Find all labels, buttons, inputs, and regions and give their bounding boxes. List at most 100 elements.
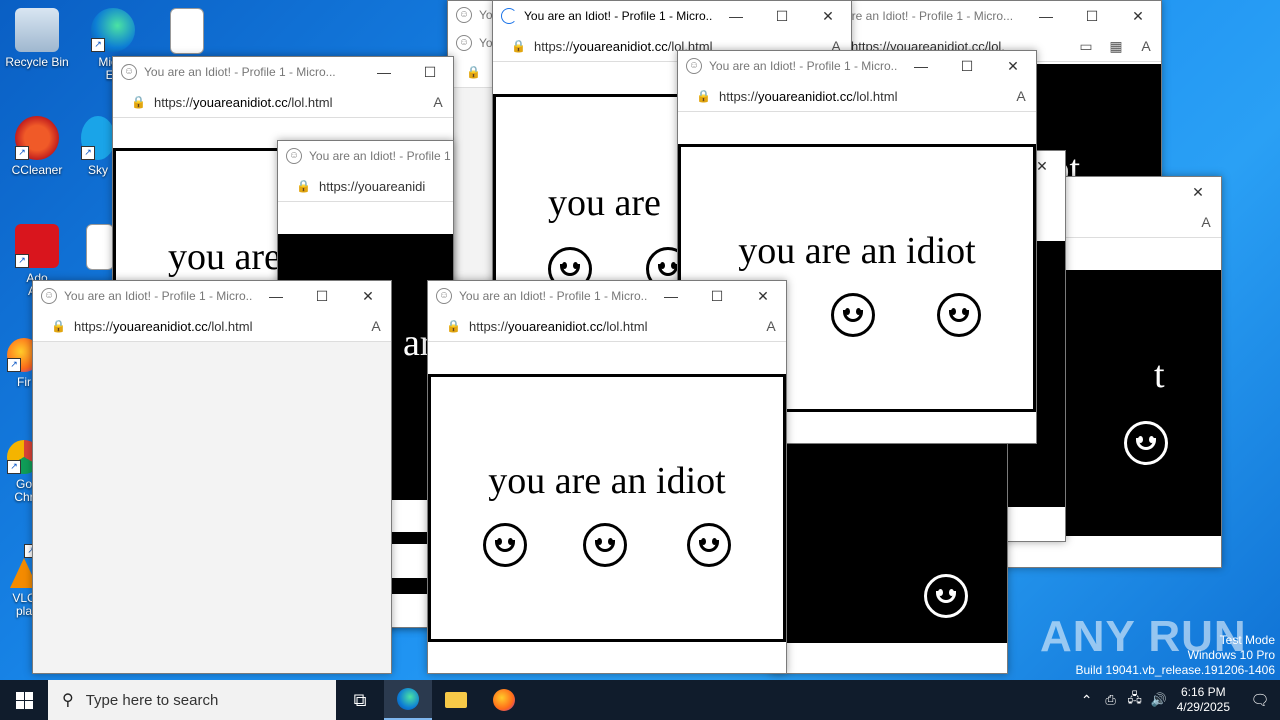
close-button[interactable]: ✕ bbox=[740, 281, 786, 311]
address-bar[interactable]: 🔒 https://youareanidiot.cc/lol.html A bbox=[678, 81, 1036, 112]
page-favicon: ☺ bbox=[686, 58, 702, 74]
loading-spinner-icon bbox=[501, 8, 517, 24]
page-favicon: ☺ bbox=[436, 288, 452, 304]
smiley-icon bbox=[583, 523, 627, 567]
read-aloud-icon[interactable]: A bbox=[423, 94, 453, 110]
url-text: https://youareanidiot.cc/lol.html bbox=[719, 88, 898, 104]
title-bar[interactable]: ☺ You are an Idiot! - Profile 1 - Micro.… bbox=[33, 281, 391, 311]
page-favicon: ☺ bbox=[456, 7, 472, 23]
image-file-icon bbox=[170, 8, 204, 54]
window-title: are an Idiot! - Profile 1 - Micro... bbox=[845, 9, 1014, 23]
title-bar[interactable]: are an Idiot! - Profile 1 - Micro... — ☐… bbox=[837, 1, 1161, 31]
minimize-button[interactable]: — bbox=[1023, 1, 1069, 31]
browser-window-bottom-left[interactable]: ☺ You are an Idiot! - Profile 1 - Micro.… bbox=[32, 280, 392, 674]
close-button[interactable]: ✕ bbox=[345, 281, 391, 311]
smiley-icon bbox=[937, 293, 981, 337]
address-bar[interactable]: 🔒 https://youareanidi bbox=[278, 171, 453, 202]
idiot-text: you are an idiot bbox=[488, 460, 726, 502]
page-content-blank bbox=[33, 342, 391, 673]
title-bar[interactable]: ☺ You are an Idiot! - Profile 1 - Micro.… bbox=[678, 51, 1036, 81]
title-bar[interactable]: You are an Idiot! - Profile 1 - Micro...… bbox=[493, 1, 851, 31]
recycle-bin-icon bbox=[15, 8, 59, 52]
lock-icon: 🔒 bbox=[696, 89, 711, 103]
idiot-text: you are an idiot bbox=[738, 230, 976, 272]
taskbar-search-box[interactable]: ⚲ Type here to search bbox=[48, 680, 336, 720]
url-text: https://youareanidiot.cc/lol.html bbox=[154, 94, 333, 110]
close-button[interactable]: ✕ bbox=[990, 51, 1036, 81]
taskbar-file-explorer-button[interactable] bbox=[432, 680, 480, 720]
address-bar[interactable]: 🔒 https://youareanidiot.cc/lol.html A bbox=[428, 311, 786, 342]
desktop-icon-recycle-bin[interactable]: Recycle Bin bbox=[0, 8, 74, 69]
usb-icon[interactable]: ⎙ bbox=[1099, 680, 1123, 720]
file-icon bbox=[86, 224, 114, 270]
title-bar[interactable]: ☺ You are an Idiot! - Profile 1 - Micro.… bbox=[113, 57, 453, 87]
search-placeholder: Type here to search bbox=[85, 691, 219, 709]
window-title: You are an Idiot! - Profile 1 - Micro... bbox=[64, 289, 253, 303]
smiley-icon bbox=[1124, 421, 1168, 465]
title-bar[interactable]: ☺ You are an Idiot! - Profile 1 - Micro.… bbox=[428, 281, 786, 311]
task-view-button[interactable]: ⧉ bbox=[336, 680, 384, 720]
close-button[interactable]: ✕ bbox=[1115, 1, 1161, 31]
read-aloud-icon[interactable]: A bbox=[1191, 214, 1221, 230]
notification-icon[interactable]: 🗨 bbox=[1240, 680, 1280, 720]
read-aloud-icon[interactable]: A bbox=[1006, 88, 1036, 104]
maximize-button[interactable]: ☐ bbox=[407, 57, 453, 87]
minimize-button[interactable]: — bbox=[253, 281, 299, 311]
minimize-button[interactable]: — bbox=[361, 57, 407, 87]
collections-icon[interactable]: ▦ bbox=[1101, 38, 1131, 55]
skype-icon: ↗ bbox=[81, 116, 115, 160]
read-aloud-icon[interactable]: A bbox=[361, 318, 391, 334]
url-text: https://youareanidi bbox=[319, 178, 426, 194]
minimize-button[interactable]: — bbox=[898, 51, 944, 81]
acrobat-icon: ↗ bbox=[15, 224, 59, 268]
lock-icon: 🔒 bbox=[446, 319, 461, 333]
test-mode-watermark: Test Mode Windows 10 Pro Build 19041.vb_… bbox=[1075, 633, 1276, 677]
clock[interactable]: 6:16 PM 4/29/2025 bbox=[1177, 685, 1230, 715]
address-bar[interactable]: 🔒 https://youareanidiot.cc/lol.html A bbox=[113, 87, 453, 118]
window-title: You are an Idiot! - Profile 1 - Micro... bbox=[709, 59, 898, 73]
close-button[interactable]: ✕ bbox=[805, 1, 851, 31]
network-icon[interactable]: 🖧 bbox=[1123, 680, 1147, 720]
maximize-button[interactable]: ☐ bbox=[299, 281, 345, 311]
page-favicon: ☺ bbox=[41, 288, 57, 304]
taskbar: ⚲ Type here to search ⧉ ⌃ ⎙ 🖧 🔊 6:16 PM … bbox=[0, 680, 1280, 720]
close-button[interactable]: ✕ bbox=[1175, 177, 1221, 207]
maximize-button[interactable]: ☐ bbox=[1069, 1, 1115, 31]
taskbar-firefox-button[interactable] bbox=[480, 680, 528, 720]
firefox-icon bbox=[493, 689, 515, 711]
idiot-panel bbox=[771, 441, 1007, 643]
immersive-reader-icon[interactable]: ▭ bbox=[1071, 38, 1101, 55]
idiot-panel: you are an idiot bbox=[428, 374, 786, 642]
minimize-button[interactable]: — bbox=[713, 1, 759, 31]
lock-icon: 🔒 bbox=[296, 179, 311, 193]
maximize-button[interactable]: ☐ bbox=[759, 1, 805, 31]
window-title: You are an Idiot! - Profile 1 - Micro... bbox=[459, 289, 648, 303]
lock-icon: 🔒 bbox=[511, 39, 526, 53]
page-favicon: ☺ bbox=[456, 35, 472, 51]
ccleaner-icon: ↗ bbox=[15, 116, 59, 160]
taskbar-edge-button[interactable] bbox=[384, 680, 432, 720]
volume-icon[interactable]: 🔊 bbox=[1147, 680, 1171, 720]
system-tray: ⌃ ⎙ 🖧 🔊 6:16 PM 4/29/2025 🗨 bbox=[1075, 680, 1280, 720]
desktop-icon-label: Sky bbox=[87, 163, 108, 177]
window-title: You are an Idiot! - Profile 1 - Micro... bbox=[144, 65, 336, 79]
idiot-text: t bbox=[1154, 354, 1165, 396]
minimize-button[interactable]: — bbox=[648, 281, 694, 311]
desktop-icon-label: Recycle Bin bbox=[5, 55, 69, 69]
lock-icon: 🔒 bbox=[466, 65, 481, 79]
windows-logo-icon bbox=[15, 691, 33, 709]
read-aloud-icon[interactable]: A bbox=[1131, 38, 1161, 54]
desktop-icon-ccleaner[interactable]: ↗ CCleaner bbox=[0, 116, 74, 177]
desktop-icon-image-file[interactable] bbox=[150, 8, 224, 58]
chevron-up-icon[interactable]: ⌃ bbox=[1075, 680, 1099, 720]
maximize-button[interactable]: ☐ bbox=[694, 281, 740, 311]
maximize-button[interactable]: ☐ bbox=[944, 51, 990, 81]
url-text: https://youareanidiot.cc/lol.html bbox=[469, 318, 648, 334]
start-button[interactable] bbox=[0, 680, 48, 720]
desktop-icon-label: Fir bbox=[17, 375, 31, 389]
title-bar[interactable]: ☺ You are an Idiot! - Profile 1 - bbox=[278, 141, 453, 171]
smiley-icon bbox=[483, 523, 527, 567]
browser-window-bottom-center[interactable]: ☺ You are an Idiot! - Profile 1 - Micro.… bbox=[427, 280, 787, 674]
address-bar[interactable]: 🔒 https://youareanidiot.cc/lol.html A bbox=[33, 311, 391, 342]
read-aloud-icon[interactable]: A bbox=[756, 318, 786, 334]
